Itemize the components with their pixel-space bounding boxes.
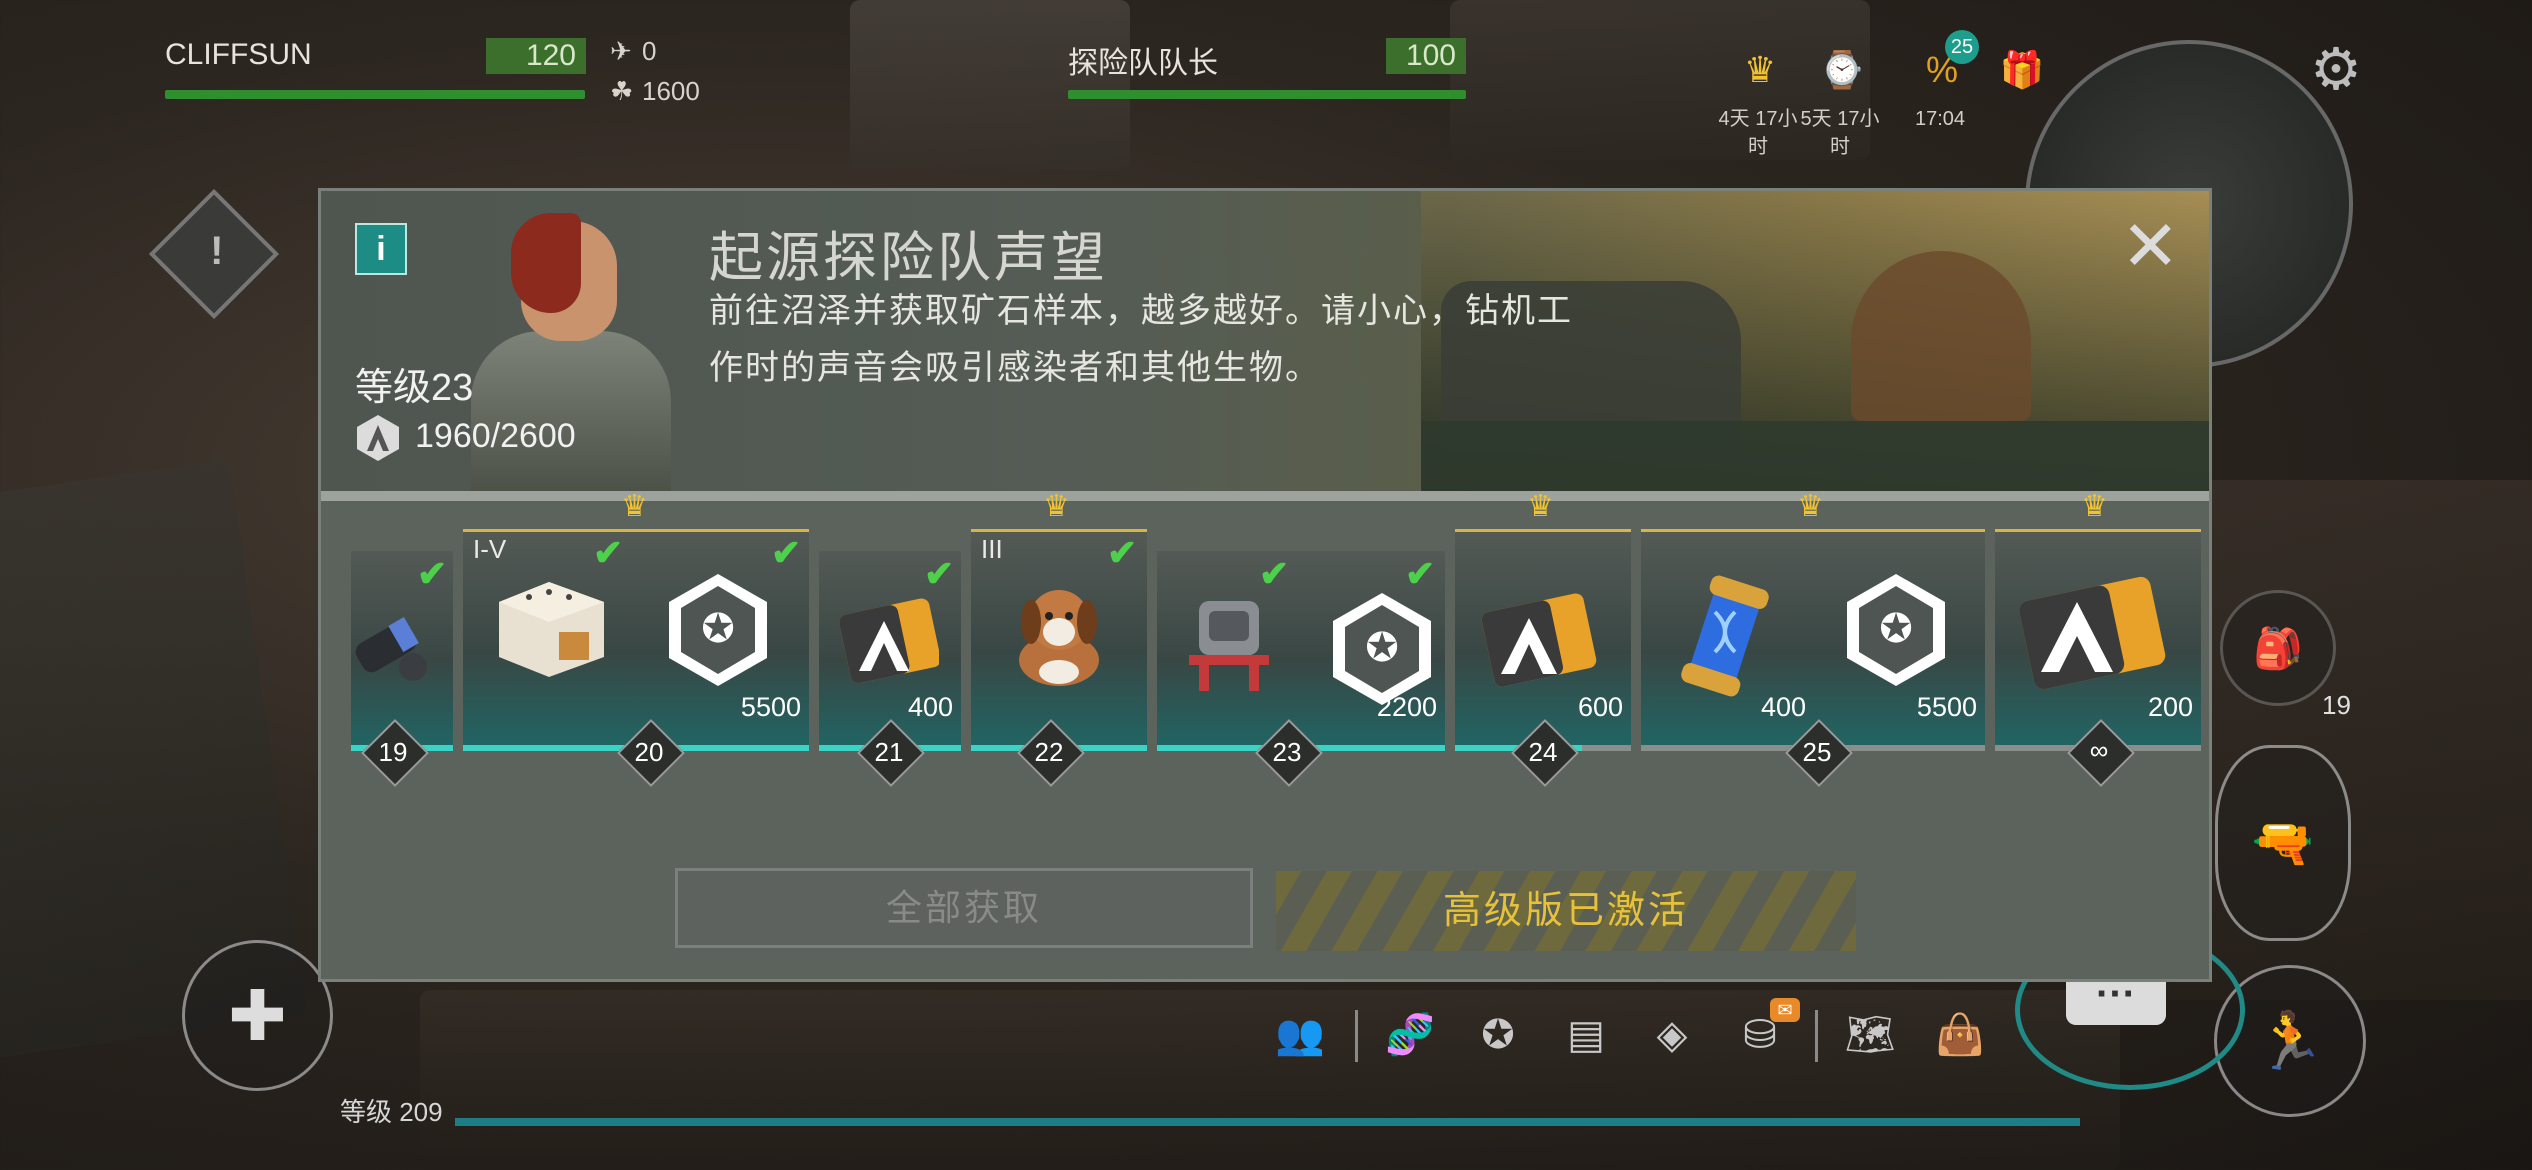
premium-crown-icon: ♛	[2081, 490, 2108, 523]
reputation-shield-icon: ✪	[1841, 570, 1951, 690]
tier-roman-label: III	[981, 534, 1003, 564]
friends-icon[interactable]: 👥	[1270, 1005, 1330, 1065]
reward-cell-23[interactable]: ✔ ✔ ✪ 2200	[1157, 551, 1445, 751]
companion-health-bar	[1068, 90, 1466, 99]
separator	[1815, 1010, 1818, 1062]
timer-label-2: 5天 17小时	[1800, 108, 1880, 158]
reputation-card-icon	[2017, 572, 2167, 692]
player-xp-bar	[455, 1118, 2080, 1126]
player-level: 等级 209	[340, 1097, 443, 1127]
level-number: 23	[1272, 737, 1302, 767]
reputation-modal: i 等级23 1960/2600 起源探险队声望 前往沼泽并获取矿石样本，越多越…	[318, 188, 2212, 982]
level-number: 25	[1802, 737, 1832, 767]
player-health-value: 120	[486, 38, 586, 74]
reputation-banner: i 等级23 1960/2600 起源探险队声望 前往沼泽并获取矿石样本，越多越…	[321, 191, 2209, 491]
resource-count-2: 1600	[642, 76, 700, 106]
reward-cell-20[interactable]: I-V ✔ ✔ ✪ 5500	[463, 529, 809, 751]
level-number: 24	[1528, 737, 1558, 767]
bird-icon: ✈	[610, 36, 632, 66]
info-button[interactable]: i	[355, 223, 407, 275]
level-number: 19	[378, 737, 408, 767]
reward-amount: 5500	[1916, 692, 1977, 722]
player-name: CLIFFSUN	[165, 38, 312, 71]
timer-label-1: 4天 17小时	[1718, 108, 1798, 158]
weapon-rifle-icon[interactable]: 🔫	[2215, 745, 2351, 941]
claimed-check-icon: ✔	[771, 532, 802, 573]
reward-cell-22[interactable]: III ✔	[971, 529, 1147, 751]
warning-icon[interactable]: !	[148, 188, 280, 320]
level-number: 21	[874, 737, 904, 767]
companion-name: 探险队队长	[1068, 47, 1218, 80]
reputation-xp: 1960/2600	[415, 417, 576, 455]
discount-badge: 25	[1945, 30, 1979, 64]
reward-cell-25[interactable]: 400 ✪ 5500	[1641, 529, 1985, 751]
rank-star-icon[interactable]: ✪	[1468, 1005, 1528, 1065]
reputation-shield-icon: ✪	[663, 570, 773, 690]
backpack-icon[interactable]: 🎒	[2220, 590, 2336, 706]
gear-icon[interactable]: ⚙	[2310, 35, 2362, 103]
level-number: 22	[1034, 737, 1064, 767]
svg-text:✪: ✪	[701, 606, 735, 652]
clock-gift-icon[interactable]: ⌚	[1812, 40, 1872, 100]
calendar-icon[interactable]: ▤	[1556, 1005, 1616, 1065]
claimed-check-icon: ✔	[417, 553, 448, 594]
reward-amount: 5500	[740, 692, 801, 722]
reward-cell-24[interactable]: 600	[1455, 529, 1631, 751]
reward-amount: 600	[1577, 692, 1623, 722]
gift-icon[interactable]: 🎁	[1992, 40, 2052, 100]
reward-cell-infinite[interactable]: 200	[1995, 529, 2201, 751]
banner-divider	[321, 491, 2209, 501]
premium-crown-icon: ♛	[621, 490, 648, 523]
reputation-level: 等级23	[355, 367, 474, 409]
reputation-card-icon	[839, 591, 941, 691]
swamp-water-image	[1421, 421, 2209, 491]
modal-description: 前往沼泽并获取矿石样本，越多越好。请小心，钻机工作时的声音会吸引感染者和其他生物…	[709, 292, 1573, 387]
reward-amount: 400	[907, 692, 953, 722]
heal-button[interactable]: ✚	[182, 940, 333, 1091]
crate-icon	[489, 572, 609, 682]
premium-active-banner: 高级版已激活	[1276, 871, 1856, 951]
reward-amount: 400	[1761, 692, 1807, 722]
resource-count-1: 0	[642, 36, 657, 66]
food-icon: ☘	[610, 76, 634, 106]
drill-dome-image	[1851, 251, 2031, 421]
dna-icon[interactable]: 🧬	[1380, 1005, 1440, 1065]
svg-text:✪: ✪	[1365, 625, 1399, 671]
level-number: 20	[634, 737, 664, 767]
premium-crown-icon: ♛	[1043, 490, 1070, 523]
map-icon[interactable]: 🗺	[1840, 1005, 1900, 1065]
scope-attachment-icon	[351, 591, 431, 691]
collect-all-button[interactable]: 全部获取	[675, 868, 1253, 948]
dna-capsule-icon	[1675, 572, 1775, 702]
reward-amount: 2200	[1376, 692, 1437, 722]
close-icon[interactable]: ✕	[2121, 211, 2180, 281]
reputation-shield-icon: ✪	[1327, 589, 1437, 709]
crown-gift-icon[interactable]: ♛	[1730, 40, 1790, 100]
reputation-card-icon	[1479, 584, 1599, 694]
claimed-check-icon: ✔	[1107, 532, 1138, 573]
claimed-check-icon: ✔	[924, 553, 955, 594]
premium-crown-icon: ♛	[1527, 490, 1554, 523]
reward-amount: 200	[2147, 692, 2193, 722]
separator	[1355, 1010, 1358, 1062]
background-fan-unit	[850, 0, 1130, 170]
modal-title: 起源探险队声望	[709, 228, 1108, 288]
claimed-check-icon: ✔	[593, 532, 624, 573]
tier-roman-label: I-V	[473, 534, 507, 564]
bag-icon[interactable]: 👜	[1930, 1005, 1990, 1065]
svg-text:✪: ✪	[1879, 606, 1913, 652]
player-health-bar	[165, 90, 585, 99]
mail-badge: ✉	[1770, 998, 1800, 1022]
reward-cell-19[interactable]: ✔	[351, 551, 453, 751]
inventory-count: 19	[2322, 690, 2351, 720]
dog-companion-icon	[999, 572, 1119, 692]
alert-shield-icon[interactable]: ◈	[1642, 1005, 1702, 1065]
reputation-emblem-icon	[357, 415, 399, 461]
companion-health-value: 100	[1386, 38, 1466, 74]
generator-machine-icon	[1179, 585, 1289, 695]
premium-crown-icon: ♛	[1797, 490, 1824, 523]
reward-track: ✔ I-V ✔ ✔ ✪ 5500 ✔ 400 III ✔ ✔ ✔ ✪ 2200 …	[351, 490, 2201, 787]
level-number: ∞	[2089, 735, 2109, 765]
timer-label-3: 17:04	[1914, 108, 1966, 130]
